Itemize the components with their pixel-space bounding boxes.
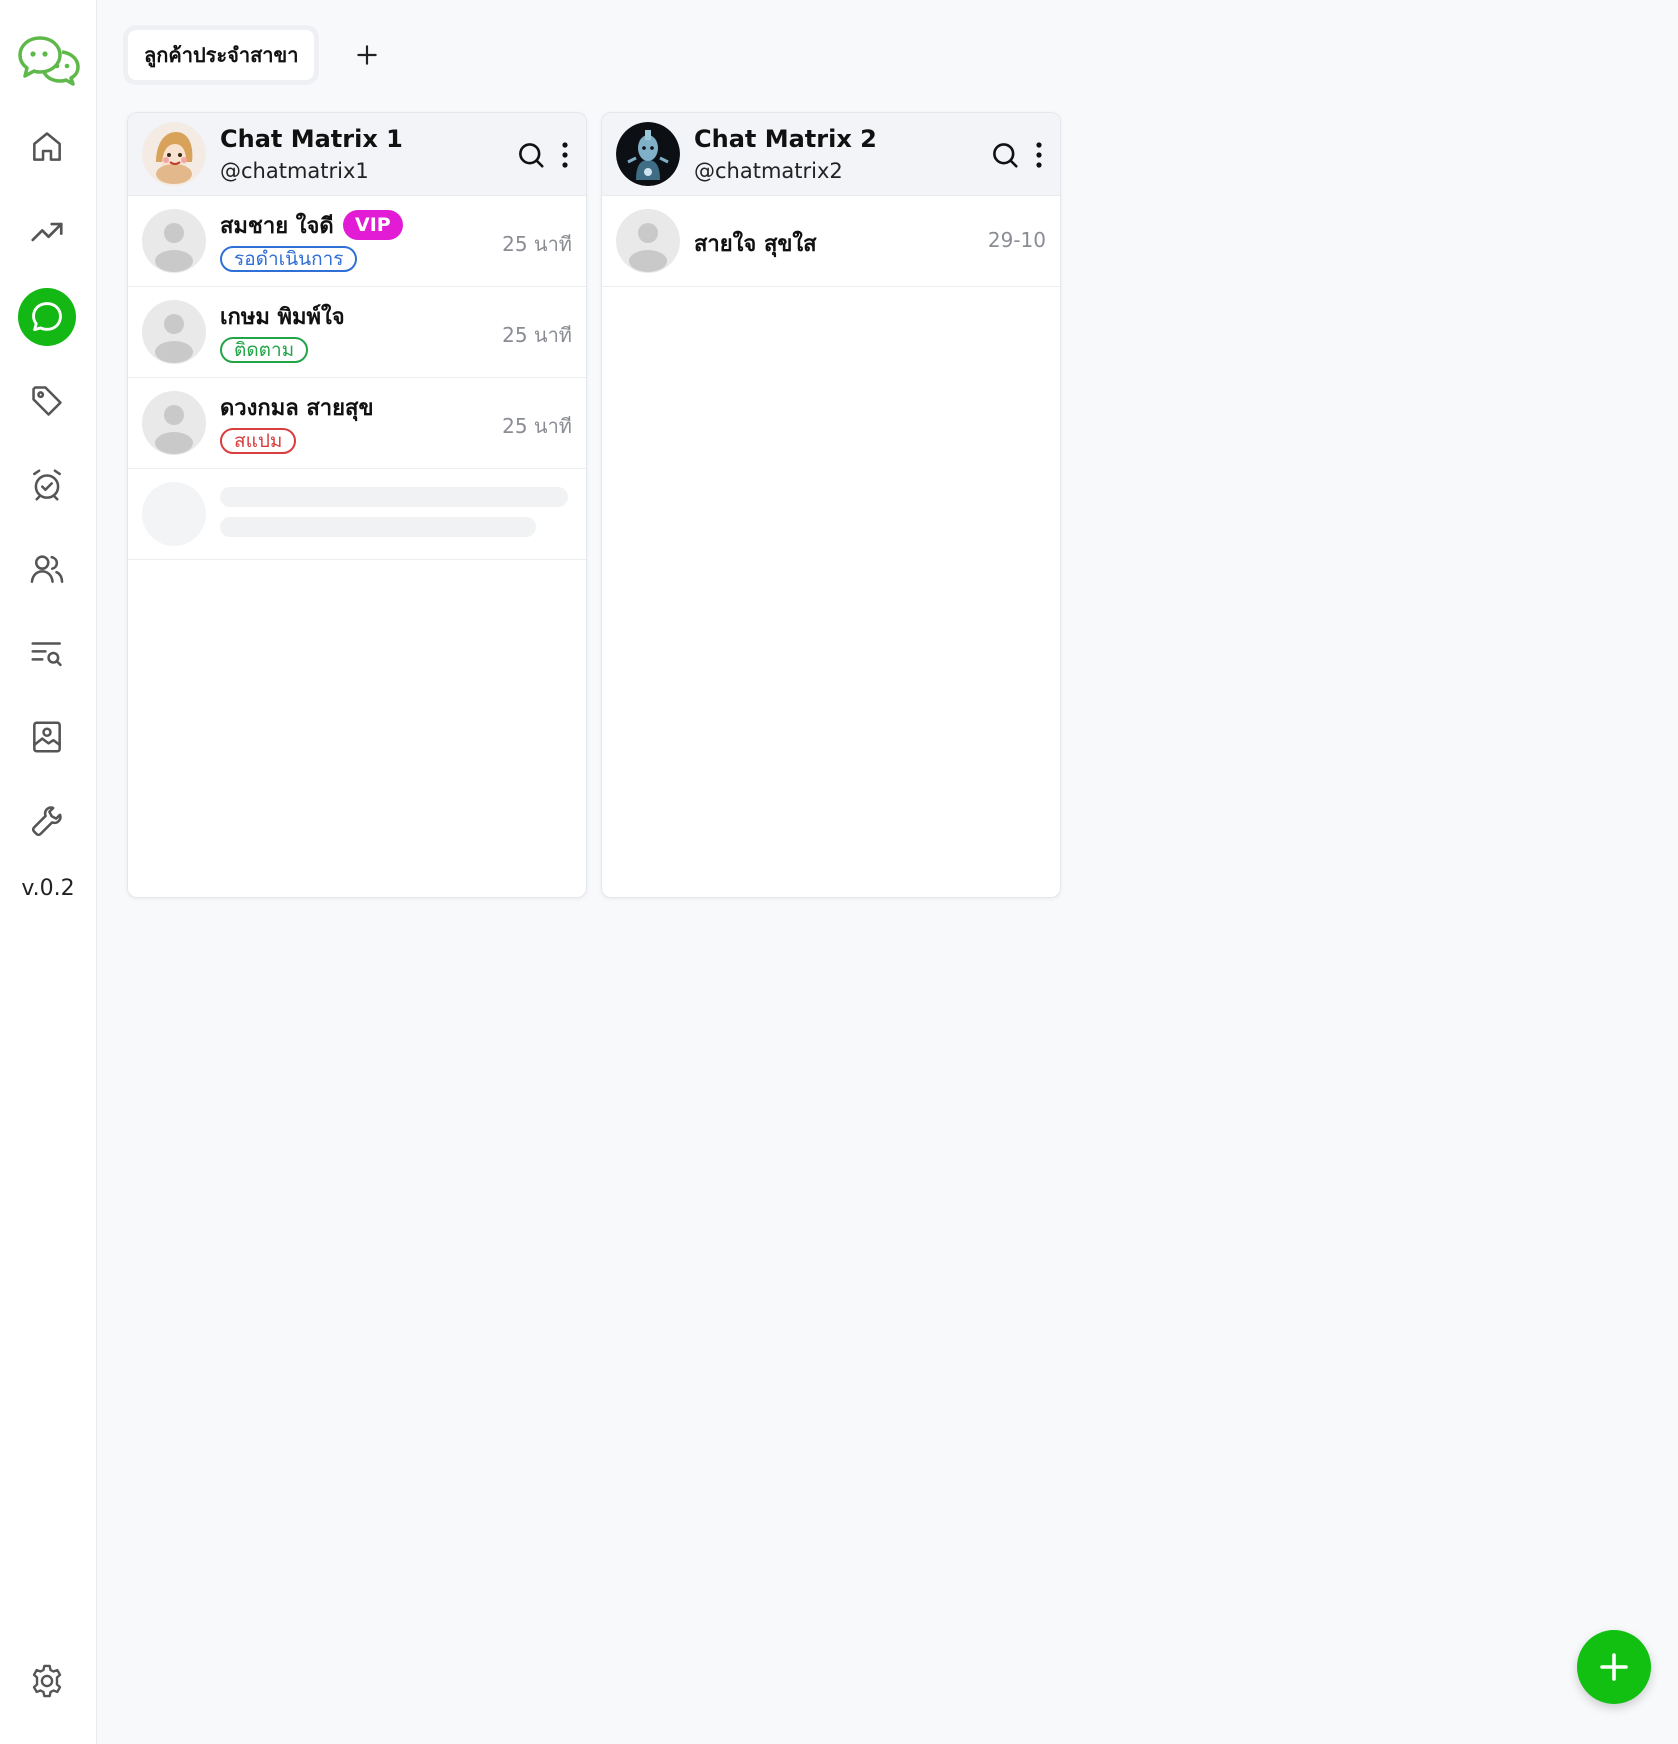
- column-header: Chat Matrix 1 @chatmatrix1: [128, 113, 586, 196]
- default-avatar-icon: [155, 314, 193, 363]
- column-more-button[interactable]: [558, 140, 572, 170]
- default-avatar-icon: [155, 223, 193, 272]
- chat-column-2: Chat Matrix 2 @chatmatrix2 สายใจ สุขใส 2…: [601, 112, 1061, 898]
- chat-list-item[interactable]: สมชาย ใจดี VIP รอดำเนินการ 25 นาที: [128, 196, 586, 287]
- chat-list-item[interactable]: เกษม พิมพ์ใจ ติดตาม 25 นาที: [128, 287, 586, 378]
- status-badge: ติดตาม: [220, 337, 309, 363]
- users-icon: [30, 555, 64, 583]
- contact-name: สมชาย ใจดี: [220, 214, 334, 239]
- plus-icon: [1600, 1653, 1628, 1681]
- trending-up-icon: [31, 222, 63, 242]
- skeleton-line: [220, 487, 568, 507]
- search-icon: [993, 143, 1018, 168]
- vip-badge: VIP: [343, 210, 403, 240]
- search-icon: [519, 143, 544, 168]
- wrench-icon: [31, 806, 62, 837]
- chat-time: 25 นาที: [502, 232, 572, 256]
- column-title: Chat Matrix 1: [220, 125, 403, 153]
- nav-settings[interactable]: [18, 1652, 76, 1710]
- loading-placeholder: [128, 469, 586, 560]
- add-chat-button[interactable]: [1577, 1630, 1651, 1704]
- column-more-button[interactable]: [1032, 140, 1046, 170]
- contact-name: สายใจ สุขใส: [694, 232, 817, 257]
- nav-analytics[interactable]: [18, 203, 76, 261]
- default-avatar-icon: [155, 405, 193, 454]
- chat-list-item[interactable]: สายใจ สุขใส 29-10: [602, 196, 1060, 287]
- nav-home[interactable]: [18, 118, 76, 176]
- alarm-clock-icon: [33, 469, 61, 501]
- chat-time: 25 นาที: [502, 414, 572, 438]
- tag-icon: [32, 386, 62, 416]
- skeleton-line: [220, 517, 536, 537]
- tab-branch-customers[interactable]: ลูกค้าประจำสาขา: [128, 30, 315, 80]
- column-title: Chat Matrix 2: [694, 125, 877, 153]
- list-search-icon: [31, 642, 62, 667]
- more-vertical-icon: [1036, 142, 1042, 168]
- nav-gallery[interactable]: [18, 708, 76, 766]
- plus-icon: [357, 45, 377, 65]
- channel-avatar[interactable]: [142, 122, 206, 186]
- chat-icon: [32, 302, 62, 332]
- chat-list-item[interactable]: ดวงกมล สายสุข สแปม 25 นาที: [128, 378, 586, 469]
- avatar: [142, 391, 206, 455]
- column-handle: @chatmatrix1: [220, 159, 369, 183]
- contact-name: ดวงกมล สายสุข: [220, 396, 374, 421]
- version-label: v.0.2: [21, 876, 75, 901]
- nav-search-list[interactable]: [18, 624, 76, 682]
- contact-name: เกษม พิมพ์ใจ: [220, 305, 345, 330]
- nav-chat[interactable]: [18, 288, 76, 346]
- column-handle: @chatmatrix2: [694, 159, 843, 183]
- nav-tools[interactable]: [18, 792, 76, 850]
- column-header: Chat Matrix 2 @chatmatrix2: [602, 113, 1060, 196]
- channel-avatar[interactable]: [616, 122, 680, 186]
- nav-reminders[interactable]: [18, 456, 76, 514]
- nav-tags[interactable]: [18, 372, 76, 430]
- skeleton-avatar: [142, 482, 206, 546]
- avatar: [616, 209, 680, 273]
- nav-contacts[interactable]: [18, 540, 76, 598]
- default-avatar-icon: [629, 223, 667, 272]
- column-search-button[interactable]: [516, 140, 546, 170]
- chat-column-1: Chat Matrix 1 @chatmatrix1 สมชาย ใจดี VI…: [127, 112, 587, 898]
- tab-label: ลูกค้าประจำสาขา: [144, 43, 299, 67]
- sidebar: v.0.2: [0, 0, 97, 1744]
- app-logo-icon[interactable]: [18, 34, 80, 86]
- gear-icon: [32, 1664, 62, 1698]
- chat-time: 29-10: [987, 228, 1046, 252]
- avatar: [142, 209, 206, 273]
- column-search-button[interactable]: [990, 140, 1020, 170]
- add-tab-button[interactable]: [350, 38, 384, 72]
- home-icon: [33, 132, 61, 161]
- more-vertical-icon: [562, 142, 568, 168]
- status-badge: สแปม: [220, 428, 297, 454]
- avatar: [142, 300, 206, 364]
- chat-time: 25 นาที: [502, 323, 572, 347]
- status-badge: รอดำเนินการ: [220, 246, 358, 272]
- gallery-icon: [33, 721, 61, 753]
